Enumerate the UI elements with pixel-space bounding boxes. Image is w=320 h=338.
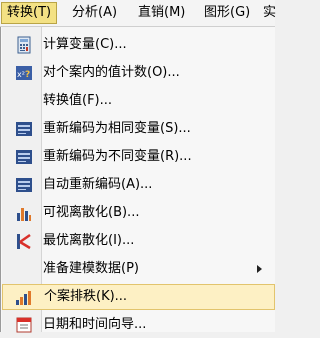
menu-item-label: 准备建模数据(P) (43, 261, 139, 276)
auto-recode-icon (16, 178, 32, 192)
menu-direct-marketing[interactable]: 直销(M) (133, 2, 190, 24)
menu-item-label: 最优离散化(I)... (43, 233, 135, 248)
svg-text:?: ? (25, 70, 30, 80)
visual-binning-icon (17, 208, 31, 221)
menu-item-visual-binning[interactable]: 可视离散化(B)... (2, 200, 275, 226)
menu-transform[interactable]: 转换(T) (1, 2, 58, 24)
optimal-binning-icon (17, 233, 31, 250)
menu-item-recode-same[interactable]: 重新编码为相同变量(S)... (2, 116, 275, 142)
menu-item-shift-values[interactable]: 转换值(F)... (2, 88, 275, 114)
menu-item-count-values[interactable]: x² ? 对个案内的值计数(O)... (2, 60, 275, 86)
menu-item-recode-different[interactable]: 重新编码为不同变量(R)... (2, 144, 275, 170)
menu-item-label: 自动重新编码(A)... (43, 177, 153, 192)
recode-different-icon (16, 150, 32, 164)
menu-item-label: 个案排秩(K)... (44, 289, 128, 304)
menu-item-optimal-binning[interactable]: 最优离散化(I)... (2, 228, 275, 254)
rank-cases-icon (16, 291, 31, 305)
menu-item-label: 计算变量(C)... (43, 37, 127, 52)
menu-item-date-time-wizard[interactable]: 日期和时间向导... (2, 312, 275, 338)
menu-item-label: 日期和时间向导... (43, 317, 147, 332)
menu-item-prepare-data-for-modeling[interactable]: 准备建模数据(P) (2, 256, 275, 282)
submenu-arrow-icon (257, 265, 262, 273)
menu-item-rank-cases[interactable]: 个案排秩(K)... (2, 284, 275, 310)
menu-analyze[interactable]: 分析(A) (67, 2, 122, 24)
menu-item-label: 重新编码为不同变量(R)... (43, 149, 192, 164)
menu-item-label: 转换值(F)... (43, 93, 113, 108)
menu-item-label: 可视离散化(B)... (43, 205, 140, 220)
menu-graphs[interactable]: 图形(G) (199, 2, 255, 24)
recode-same-icon (16, 122, 32, 136)
menu-item-label: 重新编码为相同变量(S)... (43, 121, 191, 136)
svg-text:x²: x² (17, 70, 25, 79)
calculator-icon (17, 36, 31, 54)
menu-utilities[interactable]: 实 (258, 2, 281, 24)
menu-bar: 转换(T) 分析(A) 直销(M) 图形(G) 实 (0, 0, 276, 27)
menu-item-compute-variable[interactable]: 计算变量(C)... (2, 32, 275, 58)
menu-item-label: 对个案内的值计数(O)... (43, 65, 180, 80)
count-values-icon: x² ? (16, 66, 32, 80)
date-time-icon (16, 317, 32, 333)
transform-dropdown-menu: 计算变量(C)... x² ? 对个案内的值计数(O)... 转换值(F)...… (0, 27, 275, 333)
menu-item-automatic-recode[interactable]: 自动重新编码(A)... (2, 172, 275, 198)
